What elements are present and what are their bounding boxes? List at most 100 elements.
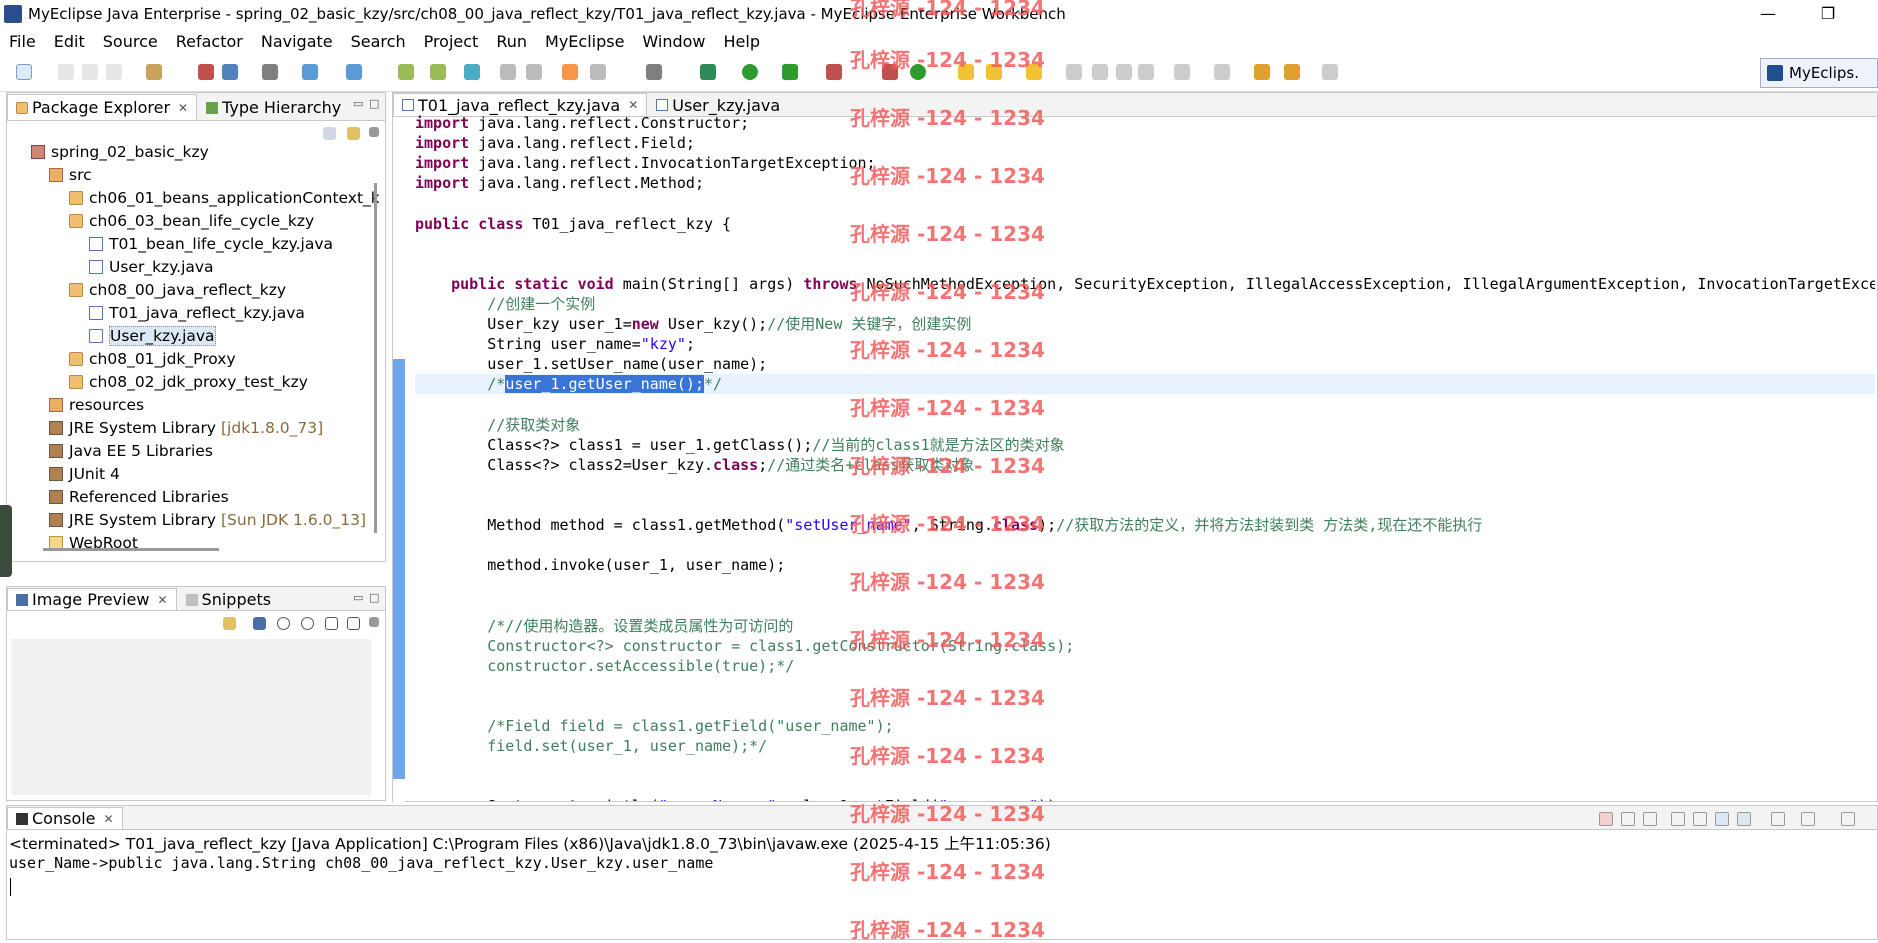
code-line[interactable]: user_1.setUser_name(user_name); bbox=[415, 354, 767, 374]
code-line[interactable]: User_kzy user_1=new User_kzy();//使用New 关… bbox=[415, 314, 971, 334]
debug-icon[interactable] bbox=[700, 64, 716, 80]
tree-item-java-file[interactable]: T01_bean_life_cycle_kzy.java bbox=[89, 233, 333, 255]
close-icon[interactable]: ✕ bbox=[157, 593, 167, 607]
tab-console[interactable]: Console ✕ bbox=[7, 807, 123, 829]
menu-source[interactable]: Source bbox=[94, 32, 167, 51]
remove-all-icon[interactable] bbox=[1643, 812, 1657, 826]
tree-item-package[interactable]: ch06_03_bean_life_cycle_kzy bbox=[69, 210, 314, 232]
menu-run[interactable]: Run bbox=[487, 32, 536, 51]
menu-help[interactable]: Help bbox=[715, 32, 769, 51]
menu-project[interactable]: Project bbox=[415, 32, 488, 51]
restore-button[interactable]: ❐ bbox=[1808, 2, 1848, 26]
collapse-all-icon[interactable] bbox=[323, 127, 336, 140]
code-line[interactable]: public class T01_java_reflect_kzy { bbox=[415, 214, 731, 234]
browser-icon[interactable] bbox=[302, 64, 318, 80]
fit-window-icon[interactable] bbox=[347, 617, 360, 630]
original-size-icon[interactable] bbox=[325, 617, 338, 630]
clear-console-icon[interactable] bbox=[1671, 812, 1685, 826]
tree-item-java-file-selected[interactable]: User_kzy.java bbox=[89, 325, 216, 347]
code-line[interactable]: String user_name="kzy"; bbox=[415, 334, 695, 354]
back-icon[interactable] bbox=[1284, 64, 1300, 80]
run-icon[interactable] bbox=[742, 64, 758, 80]
history-back-icon[interactable] bbox=[500, 64, 516, 80]
terminate-icon[interactable] bbox=[1599, 812, 1613, 826]
forward-icon[interactable] bbox=[1322, 64, 1338, 80]
code-line[interactable]: import java.lang.reflect.InvocationTarge… bbox=[415, 153, 876, 173]
task-icon[interactable] bbox=[562, 64, 578, 80]
code-line[interactable]: /*Field field = class1.getField("user_na… bbox=[415, 716, 893, 736]
block-icon[interactable] bbox=[1116, 64, 1132, 80]
pilcrow-icon[interactable] bbox=[1138, 64, 1154, 80]
prev-annotation-icon[interactable] bbox=[1214, 64, 1230, 80]
zoom-in-icon[interactable] bbox=[301, 617, 314, 630]
code-line[interactable]: method.invoke(user_1, user_name); bbox=[415, 555, 785, 575]
new-interface-icon[interactable] bbox=[430, 64, 446, 80]
code-line[interactable]: //获取类对象 bbox=[415, 415, 580, 435]
code-line[interactable]: constructor.setAccessible(true);*/ bbox=[415, 656, 794, 676]
maximize-view-icon[interactable]: □ bbox=[369, 591, 379, 604]
close-icon[interactable]: ✕ bbox=[628, 98, 638, 112]
code-line[interactable]: field.set(user_1, user_name);*/ bbox=[415, 736, 767, 756]
perspective-switcher[interactable]: MyEclips. bbox=[1760, 58, 1878, 88]
open-console-icon[interactable] bbox=[1841, 812, 1855, 826]
minimize-view-icon[interactable]: ▭ bbox=[353, 97, 363, 110]
link-with-editor-icon[interactable] bbox=[347, 127, 360, 140]
menu-file[interactable]: File bbox=[0, 32, 45, 51]
link-icon[interactable] bbox=[590, 64, 606, 80]
tree-item-package[interactable]: ch08_02_jdk_proxy_test_kzy bbox=[69, 371, 308, 393]
tree-item-package[interactable]: ch06_01_beans_applicationContext_kz bbox=[69, 187, 379, 209]
last-edit-icon[interactable] bbox=[1254, 64, 1270, 80]
server-icon[interactable] bbox=[222, 64, 238, 80]
tree-item-java-file[interactable]: T01_java_reflect_kzy.java bbox=[89, 302, 305, 324]
minimize-view-icon[interactable]: ▭ bbox=[353, 591, 363, 604]
view-menu-icon[interactable] bbox=[369, 127, 379, 137]
terminal-icon[interactable] bbox=[646, 64, 662, 80]
tree-item-package[interactable]: ch08_00_java_reflect_kzy bbox=[69, 279, 286, 301]
zoom-out-icon[interactable] bbox=[277, 617, 290, 630]
horizontal-scrollbar[interactable] bbox=[43, 548, 219, 551]
tree-item-library[interactable]: JRE System Library [Sun JDK 1.6.0_13] bbox=[49, 509, 366, 531]
view-menu-icon[interactable] bbox=[369, 617, 379, 627]
code-area[interactable]: import java.lang.reflect.Constructor; imp… bbox=[415, 113, 1875, 801]
menu-refactor[interactable]: Refactor bbox=[167, 32, 252, 51]
code-line[interactable]: /*//使用构造器。设置类成员属性为可访问的 bbox=[415, 616, 793, 636]
tree-item-library[interactable]: Java EE 5 Libraries bbox=[49, 440, 213, 462]
new-icon[interactable] bbox=[16, 64, 32, 80]
menu-window[interactable]: Window bbox=[633, 32, 714, 51]
open-type-icon[interactable] bbox=[262, 64, 278, 80]
run-external-icon[interactable] bbox=[782, 64, 798, 80]
tree-item-package[interactable]: ch08_01_jdk_Proxy bbox=[69, 348, 236, 370]
stop-server-icon[interactable] bbox=[826, 64, 842, 80]
save-icon[interactable] bbox=[58, 64, 74, 80]
marker-icon[interactable] bbox=[1092, 64, 1108, 80]
code-line[interactable]: import java.lang.reflect.Constructor; bbox=[415, 113, 749, 133]
code-line[interactable]: /*user_1.getUser_name();*/ bbox=[415, 374, 1875, 395]
search-icon[interactable] bbox=[346, 64, 362, 80]
tab-package-explorer[interactable]: Package Explorer ✕ bbox=[7, 94, 198, 120]
vertical-scrollbar[interactable] bbox=[374, 183, 377, 533]
menu-search[interactable]: Search bbox=[342, 32, 415, 51]
side-panel-handle[interactable] bbox=[0, 505, 12, 577]
code-line[interactable]: import java.lang.reflect.Method; bbox=[415, 173, 704, 193]
menu-myeclipse[interactable]: MyEclipse bbox=[536, 32, 633, 51]
show-stderr-icon[interactable] bbox=[1737, 812, 1751, 826]
tree-item-library[interactable]: Referenced Libraries bbox=[49, 486, 229, 508]
menu-navigate[interactable]: Navigate bbox=[252, 32, 342, 51]
minimize-button[interactable]: — bbox=[1748, 2, 1788, 26]
pin-console-icon[interactable] bbox=[1771, 812, 1785, 826]
display-console-icon[interactable] bbox=[1801, 812, 1815, 826]
tree-item-resources[interactable]: resources bbox=[49, 394, 144, 416]
remove-launch-icon[interactable] bbox=[1621, 812, 1635, 826]
deploy-icon[interactable] bbox=[198, 64, 214, 80]
new-project-icon[interactable] bbox=[146, 64, 162, 80]
fit-image-icon[interactable] bbox=[253, 617, 266, 630]
print-icon[interactable] bbox=[106, 64, 122, 80]
tree-item-project[interactable]: spring_02_basic_kzy bbox=[31, 141, 209, 163]
tree-item-library[interactable]: JRE System Library [jdk1.8.0_73] bbox=[49, 417, 323, 439]
close-icon[interactable]: ✕ bbox=[104, 812, 114, 826]
link-icon[interactable] bbox=[223, 617, 236, 630]
menu-edit[interactable]: Edit bbox=[45, 32, 94, 51]
tab-type-hierarchy[interactable]: Type Hierarchy bbox=[197, 94, 350, 120]
code-line[interactable]: public static void main(String[] args) t… bbox=[415, 274, 1875, 294]
tab-snippets[interactable]: Snippets bbox=[177, 588, 281, 610]
